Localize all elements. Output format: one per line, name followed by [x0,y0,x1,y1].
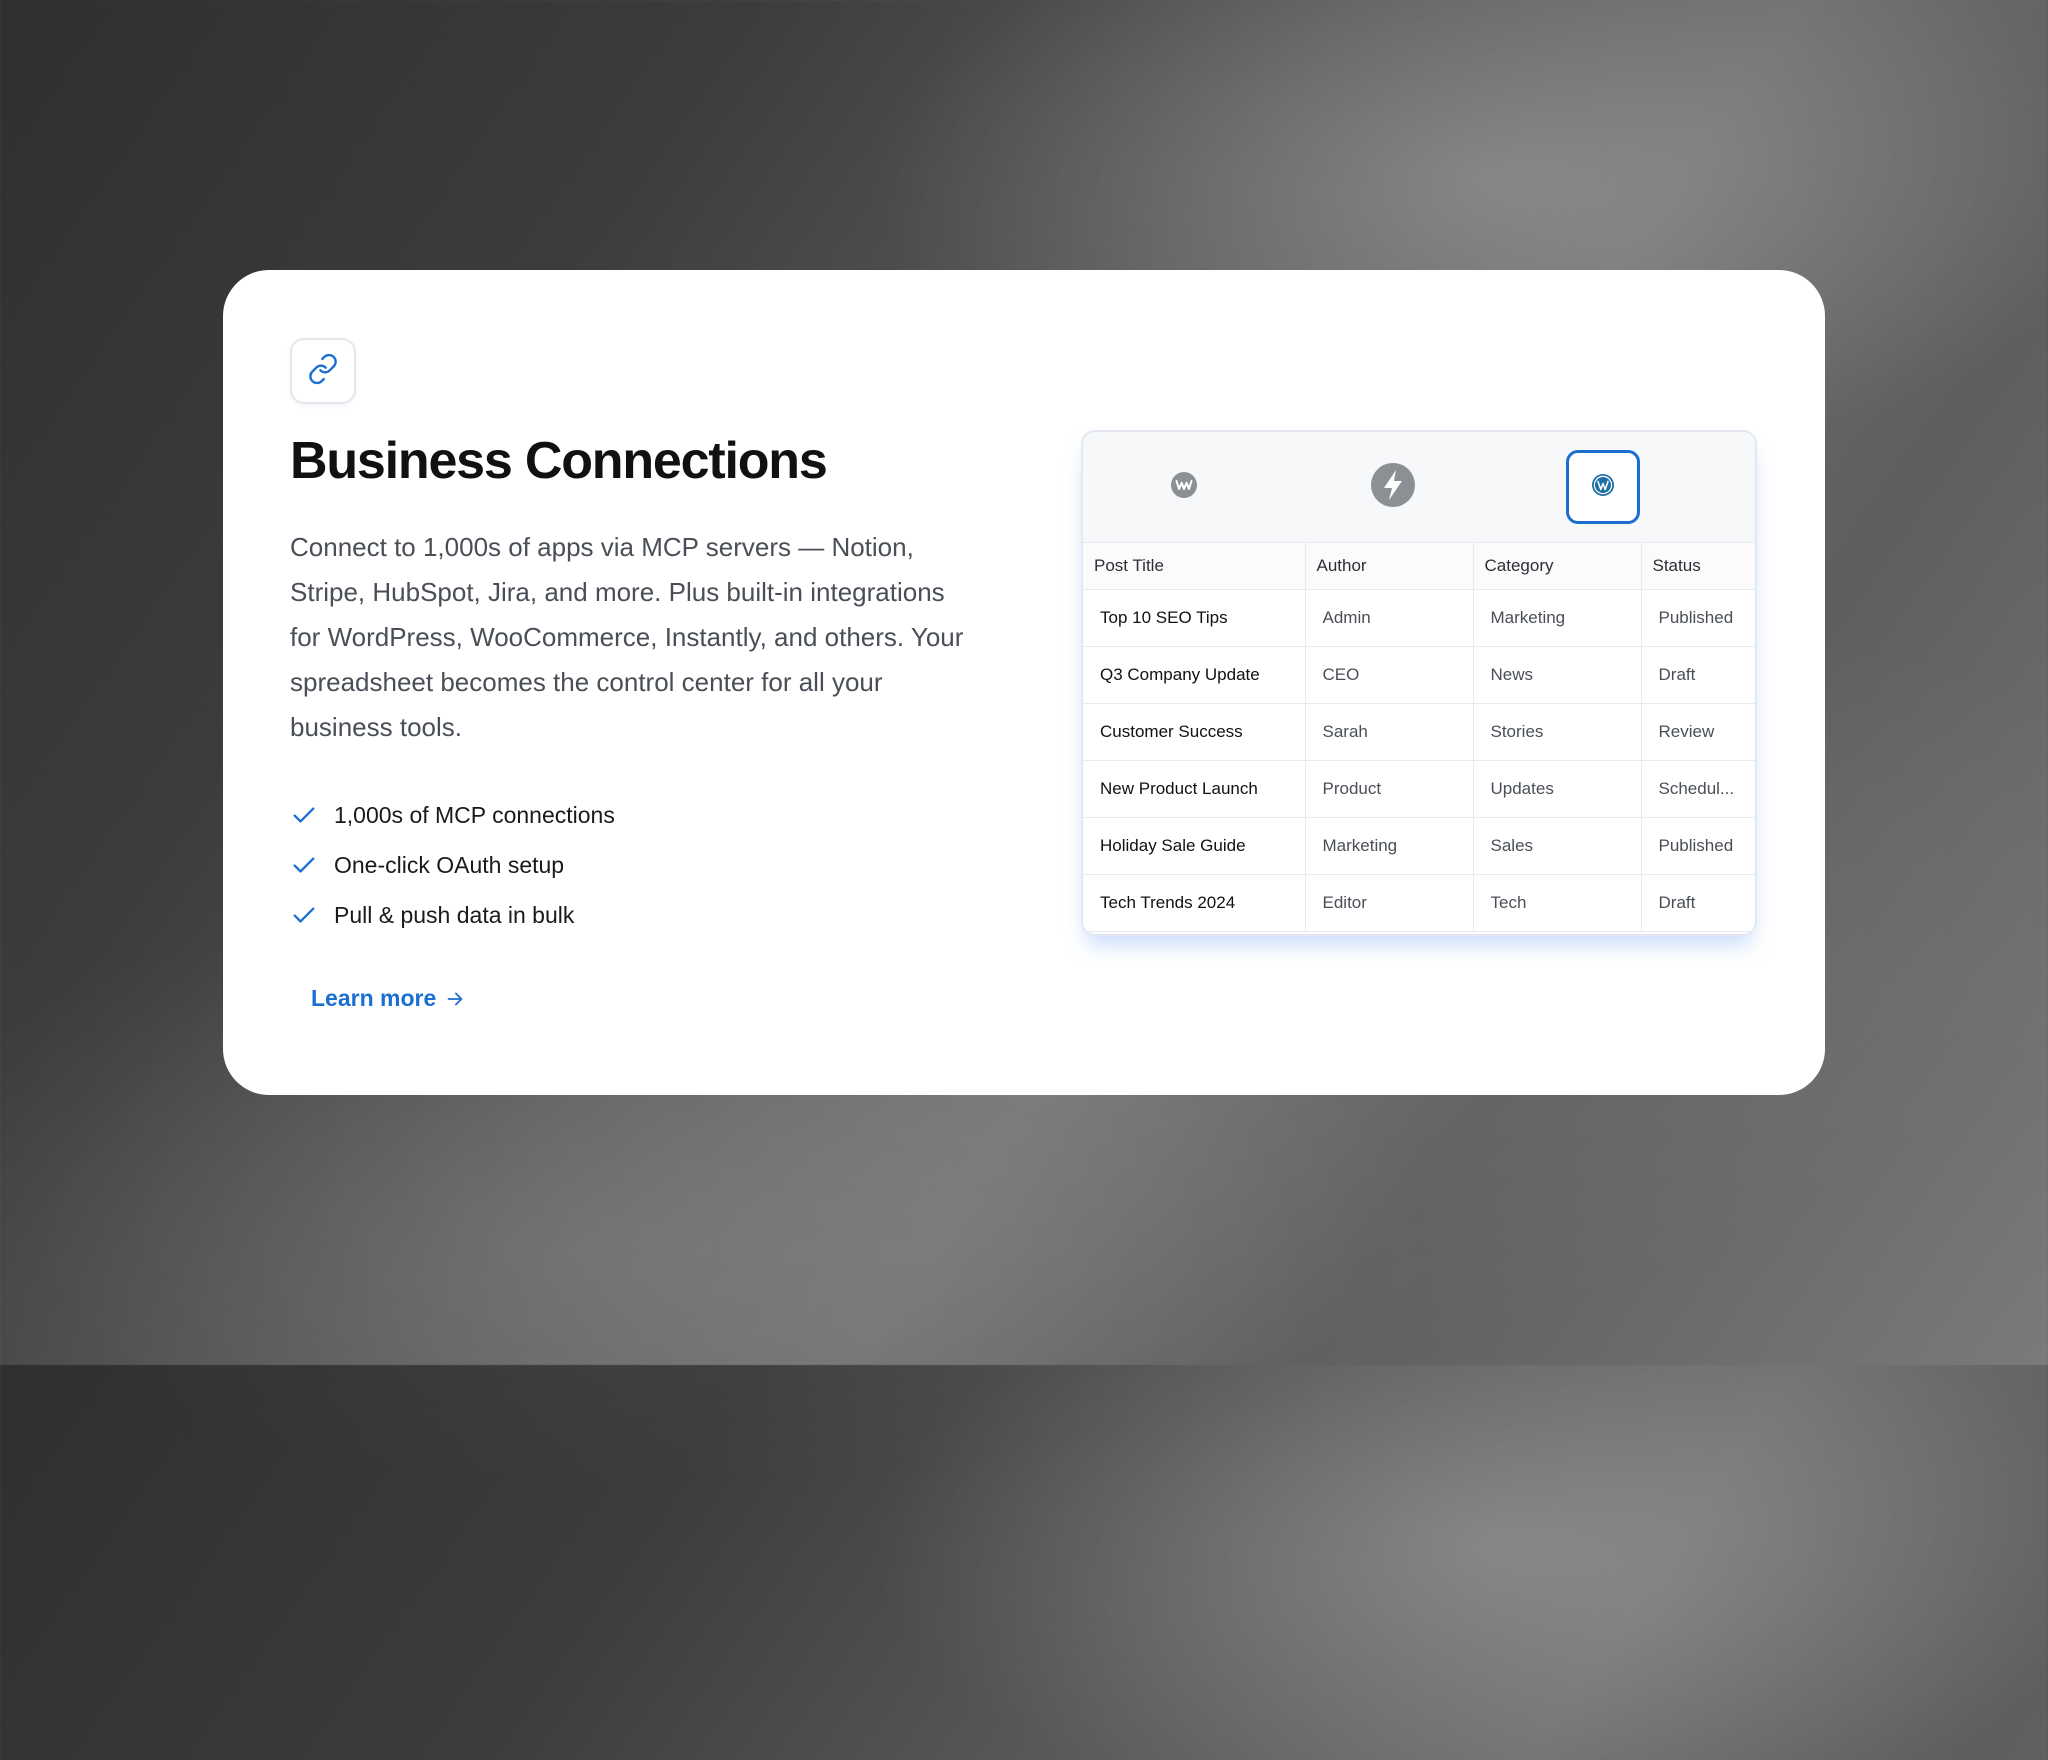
table-cell[interactable]: Published [1641,817,1755,875]
table-cell[interactable]: Tech Trends 2024 [1083,874,1306,932]
table-row: Holiday Sale Guide Marketing Sales Publi… [1083,817,1755,875]
feature-icon-box [290,338,356,404]
table-cell[interactable]: Schedul... [1641,760,1755,818]
feature-list-item-label: One-click OAuth setup [334,851,565,878]
feature-list-item: 1,000s of MCP connections [290,790,615,840]
table-cell[interactable]: Marketing [1305,817,1474,875]
woocommerce-icon [1169,470,1199,505]
feature-card: Business Connections Connect to 1,000s o… [223,270,1825,1095]
table-cell[interactable]: Sales [1473,817,1642,875]
learn-more-label: Learn more [311,985,437,1011]
table-header-row: Post Title Author Category Status [1083,543,1755,590]
column-header-category[interactable]: Category [1473,543,1642,590]
table-cell[interactable]: Editor [1305,874,1474,932]
table-cell[interactable]: New Product Launch [1083,760,1306,818]
link-icon [307,353,339,390]
integration-table-panel: Post Title Author Category Status Top 10… [1081,430,1757,936]
table-cell[interactable]: Q3 Company Update [1083,646,1306,704]
table-cell[interactable]: Published [1641,589,1755,647]
instantly-bolt-icon [1369,461,1417,514]
table-row: New Product Launch Product Updates Sched… [1083,760,1755,818]
arrow-right-icon [444,988,466,1010]
feature-list-item: One-click OAuth setup [290,840,615,890]
table-cell[interactable]: Review [1641,703,1755,761]
feature-list-item: Pull & push data in bulk [290,890,615,940]
table-cell[interactable]: Stories [1473,703,1642,761]
table-row: Top 10 SEO Tips Admin Marketing Publishe… [1083,589,1755,647]
table-cell[interactable]: Product [1305,760,1474,818]
integration-tab-instantly[interactable] [1356,450,1430,524]
feature-description: Connect to 1,000s of apps via MCP server… [290,532,964,742]
table-cell[interactable]: CEO [1305,646,1474,704]
integration-tab-wordpress[interactable] [1566,450,1640,524]
feature-title: Business Connections [290,432,828,490]
check-icon [290,901,318,929]
integration-tab-woocommerce[interactable] [1147,450,1221,524]
table-cell[interactable]: Marketing [1473,589,1642,647]
posts-table: Post Title Author Category Status Top 10… [1083,543,1755,932]
table-cell[interactable]: Draft [1641,874,1755,932]
column-header-status[interactable]: Status [1641,543,1755,590]
check-icon [290,851,318,879]
feature-list-item-label: Pull & push data in bulk [334,901,575,928]
table-cell[interactable]: Tech [1473,874,1642,932]
table-cell[interactable]: Top 10 SEO Tips [1083,589,1306,647]
table-cell[interactable]: Customer Success [1083,703,1306,761]
table-cell[interactable]: Updates [1473,760,1642,818]
integration-selector [1083,432,1755,543]
check-icon [290,801,318,829]
table-row: Customer Success Sarah Stories Review [1083,703,1755,761]
table-row: Tech Trends 2024 Editor Tech Draft [1083,874,1755,932]
column-header-author[interactable]: Author [1305,543,1474,590]
table-cell[interactable]: Holiday Sale Guide [1083,817,1306,875]
table-cell[interactable]: News [1473,646,1642,704]
column-header-post-title[interactable]: Post Title [1083,543,1306,590]
feature-list: 1,000s of MCP connections One-click OAut… [290,790,615,940]
table-cell[interactable]: Admin [1305,589,1474,647]
table-row: Q3 Company Update CEO News Draft [1083,646,1755,704]
wordpress-icon [1591,473,1615,502]
table-cell[interactable]: Draft [1641,646,1755,704]
learn-more-link[interactable]: Learn more [311,985,466,1012]
feature-list-item-label: 1,000s of MCP connections [334,801,615,828]
table-cell[interactable]: Sarah [1305,703,1474,761]
